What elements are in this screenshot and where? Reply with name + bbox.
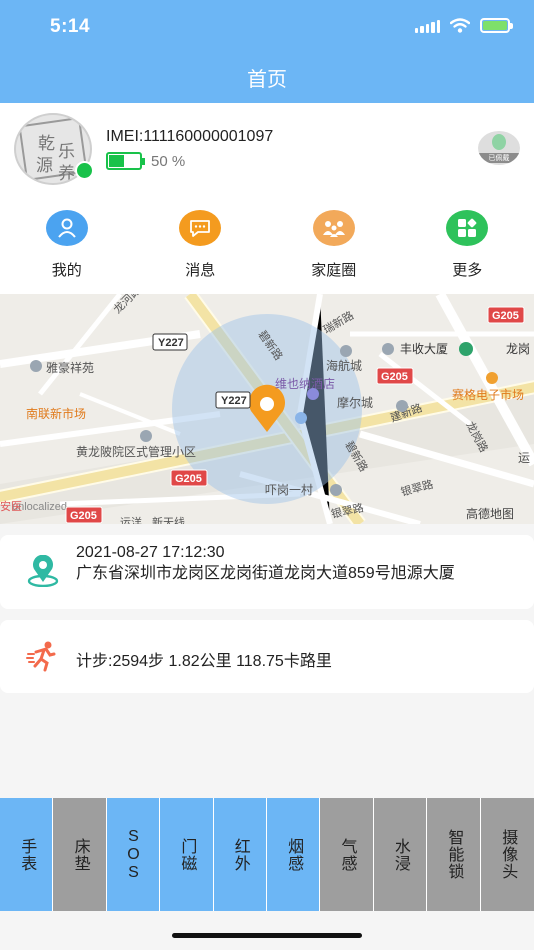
map-label: 高德地图 <box>466 506 514 521</box>
road-shield: Y227 <box>158 337 184 349</box>
poi-icon <box>30 360 42 372</box>
tab-gas-sensor[interactable]: 气感 <box>320 798 374 911</box>
tab-label: 门磁 <box>178 837 196 872</box>
tab-smart-lock[interactable]: 智能锁 <box>427 798 481 911</box>
tab-label: 红外 <box>231 837 249 872</box>
shortcut-family[interactable]: 家庭圈 <box>267 199 401 294</box>
imei-label: IMEI:111160000001097 <box>106 128 274 145</box>
poi-icon <box>330 484 342 496</box>
step-card[interactable]: 计步:2594步 1.82公里 118.75卡路里 <box>0 620 534 693</box>
location-map[interactable]: 龙河路 碧新路 瑞新路 海航城 丰收大厦 龙岗 雅豪祥苑 南联新市场 维也纳酒店… <box>0 294 534 524</box>
shortcut-mine[interactable]: 我的 <box>0 199 134 294</box>
worn-status-badge[interactable]: 已佩戴 <box>478 131 520 165</box>
online-status-dot <box>75 161 94 180</box>
grid-icon <box>446 210 489 246</box>
shortcut-more[interactable]: 更多 <box>401 199 534 294</box>
status-icons <box>414 18 513 33</box>
tab-water-sensor[interactable]: 水浸 <box>373 798 428 911</box>
road-shield: Y227 <box>221 395 247 407</box>
tab-label: 烟感 <box>285 837 303 872</box>
shortcut-label: 更多 <box>452 262 483 279</box>
poi-icon <box>307 388 319 400</box>
map-label: 海航城 <box>326 358 362 373</box>
shortcut-messages[interactable]: 消息 <box>134 199 268 294</box>
person-icon <box>492 134 506 150</box>
avatar-char: 源 <box>36 156 53 176</box>
shortcut-label: 家庭圈 <box>311 262 357 279</box>
shortcut-row: 我的 消息 家庭圈 更多 <box>0 199 534 294</box>
battery-status-icon <box>480 18 513 33</box>
map-label: 赛格电子市场 <box>452 387 524 402</box>
road-shield: G205 <box>70 510 97 522</box>
map-label: 吓岗一村 <box>265 483 313 497</box>
device-tab-bar: 手表 床垫 SOS 门磁 红外 烟感 气感 水浸 智能锁 摄像头 <box>0 798 534 911</box>
map-label: 南联新市场 <box>26 406 86 421</box>
road-shield: G205 <box>381 371 408 383</box>
location-address: 广东省深圳市龙岗区龙岗街道龙岗大道859号旭源大厦 <box>76 565 455 582</box>
tab-label: 气感 <box>338 837 356 872</box>
map-label: 运 <box>518 451 530 465</box>
map-label: 黄龙陂院区式管理小区 <box>76 444 196 459</box>
tab-label: 水浸 <box>391 837 409 872</box>
chat-icon <box>179 210 222 246</box>
app-header: 5:14 首页 <box>0 0 534 103</box>
tab-smoke-sensor[interactable]: 烟感 <box>266 798 321 911</box>
battery-icon <box>106 152 145 170</box>
road-shield: G205 <box>492 310 519 322</box>
worn-status-label: 已佩戴 <box>478 153 520 163</box>
tab-mattress[interactable]: 床垫 <box>53 798 107 911</box>
location-card[interactable]: 2021-08-27 17:12:30 广东省深圳市龙岗区龙岗街道龙岗大道859… <box>0 535 534 609</box>
poi-icon <box>486 372 498 384</box>
tab-label: SOS <box>124 827 142 882</box>
poi-icon <box>295 412 307 424</box>
tab-label: 床垫 <box>71 837 89 872</box>
home-indicator[interactable] <box>172 933 362 938</box>
location-pin-icon <box>26 554 60 592</box>
tab-label: 摄像头 <box>499 829 517 880</box>
tab-label: 手表 <box>18 837 36 872</box>
person-icon <box>45 210 88 246</box>
step-summary: 计步:2594步 1.82公里 118.75卡路里 <box>76 653 332 670</box>
map-label: 丰收大厦 <box>400 342 448 356</box>
map-label: 龙岗 <box>506 342 530 356</box>
poi-icon <box>140 430 152 442</box>
map-label: 安医 <box>0 499 22 513</box>
tab-door-sensor[interactable]: 门磁 <box>160 798 214 911</box>
poi-icon <box>459 342 473 356</box>
page-title: 首页 <box>247 69 287 91</box>
tab-label: 智能锁 <box>445 829 463 880</box>
map-label: 雅豪祥苑 <box>46 360 94 375</box>
map-canvas: 龙河路 碧新路 瑞新路 海航城 丰收大厦 龙岗 雅豪祥苑 南联新市场 维也纳酒店… <box>0 294 534 524</box>
family-icon <box>312 210 355 246</box>
device-battery: 50 % <box>106 152 185 170</box>
poi-icon <box>396 400 408 412</box>
location-time: 2021-08-27 17:12:30 <box>76 544 225 561</box>
status-time: 5:14 <box>50 16 91 37</box>
map-label: 摩尔城 <box>337 395 373 410</box>
map-label: 新天线 <box>152 515 185 524</box>
tab-sos[interactable]: SOS <box>106 798 161 911</box>
shortcut-label: 我的 <box>51 262 82 279</box>
tab-camera[interactable]: 摄像头 <box>480 798 534 911</box>
map-label: 维也纳酒店 <box>275 377 335 391</box>
battery-percent: 50 % <box>151 152 186 170</box>
road-shield: G205 <box>175 473 202 485</box>
wifi-icon <box>450 18 470 33</box>
poi-icon <box>340 345 352 357</box>
map-label: 运洋 <box>120 515 142 524</box>
tab-watch[interactable]: 手表 <box>0 798 54 911</box>
shortcut-label: 消息 <box>185 262 216 279</box>
cellular-signal-icon <box>414 19 440 33</box>
avatar-char: 养 <box>58 164 75 184</box>
tab-infrared[interactable]: 红外 <box>213 798 267 911</box>
device-header: 乾 乐 源 养 IMEI:111160000001097 50 % 已佩戴 <box>0 103 534 199</box>
running-icon <box>26 640 60 677</box>
poi-icon <box>382 343 394 355</box>
